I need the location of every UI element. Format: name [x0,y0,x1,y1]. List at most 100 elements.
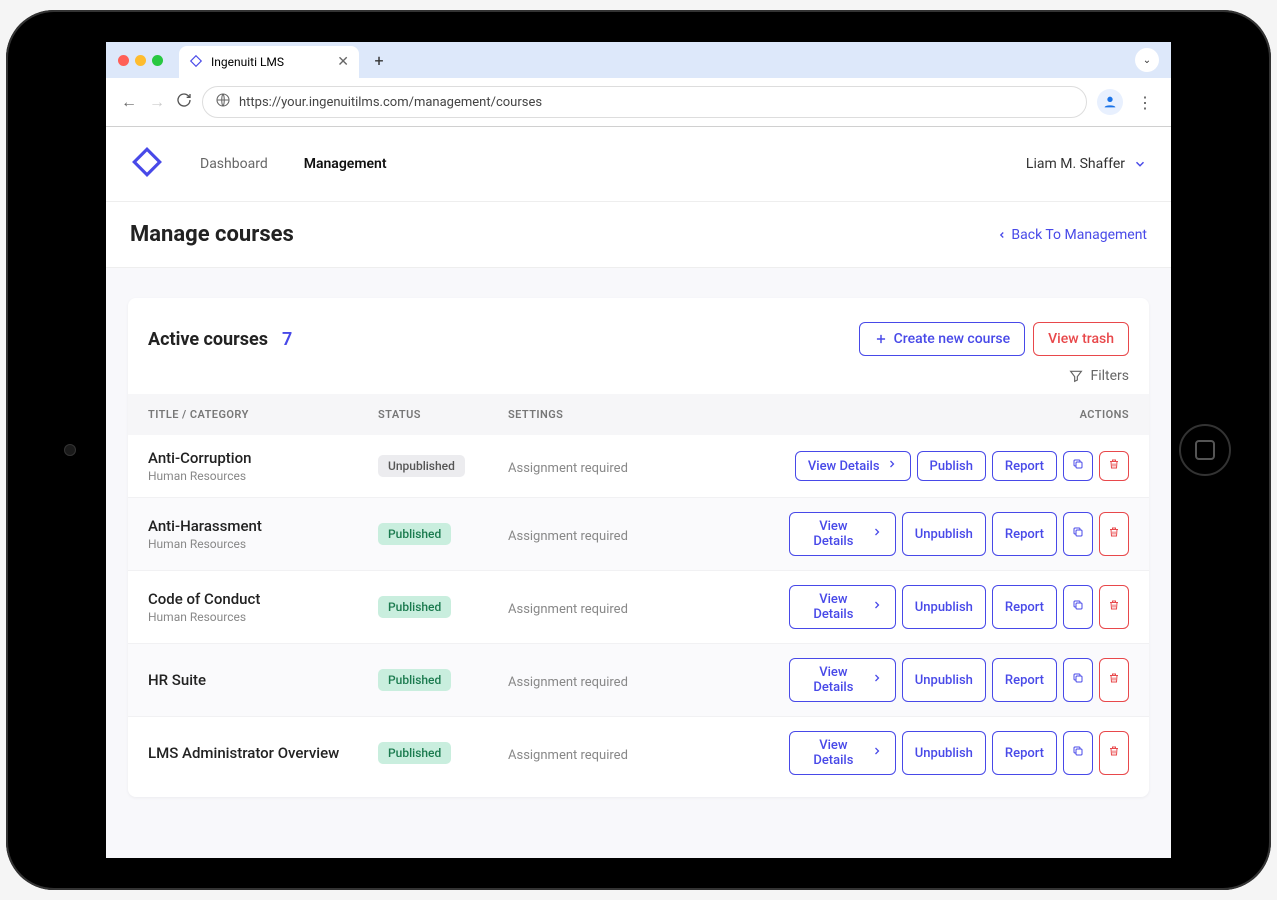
course-title: HR Suite [148,671,378,689]
column-actions: ACTIONS [789,408,1129,421]
copy-button[interactable] [1063,658,1093,702]
delete-button[interactable] [1099,658,1129,702]
course-title: Anti-Harassment [148,517,378,535]
new-tab-button[interactable]: + [367,48,391,72]
view-details-button[interactable]: View Details [789,658,896,702]
copy-icon [1072,526,1084,542]
app-header: Dashboard Management Liam M. Shaffer [106,127,1171,202]
report-button[interactable]: Report [992,731,1057,775]
content-area: Active courses 7 Create new course View … [106,268,1171,858]
table-row: Code of Conduct Human ResourcesPublished A… [128,571,1149,644]
tab-title: Ingenuiti LMS [211,55,284,69]
course-title: Code of Conduct [148,590,378,608]
chevron-left-icon [997,230,1007,240]
delete-button[interactable] [1099,731,1129,775]
back-icon[interactable]: ← [120,92,138,112]
create-course-button[interactable]: Create new course [859,322,1026,356]
back-to-management-link[interactable]: Back To Management [997,227,1147,243]
status-badge: Unpublished [378,455,465,477]
status-badge: Published [378,523,451,545]
maximize-window-icon[interactable] [152,55,163,66]
report-button[interactable]: Report [992,585,1057,629]
filters-button[interactable]: Filters [1068,368,1129,384]
chevron-down-icon [1133,157,1147,171]
reload-icon[interactable] [176,92,192,112]
trash-icon [1108,745,1120,761]
page-title: Manage courses [130,222,294,247]
delete-button[interactable] [1099,451,1129,481]
address-bar[interactable]: https://your.ingenuitilms.com/management… [202,86,1087,118]
nav-dashboard[interactable]: Dashboard [200,156,268,172]
copy-icon [1072,458,1084,474]
settings-text: Assignment required [508,529,628,544]
view-details-button[interactable]: View Details [789,731,896,775]
page-header: Manage courses Back To Management [106,202,1171,268]
table-head: TITLE / CATEGORY STATUS SETTINGS ACTIONS [128,394,1149,435]
delete-button[interactable] [1099,585,1129,629]
url-text: https://your.ingenuitilms.com/management… [239,95,542,110]
window-controls [118,55,163,66]
browser-menu-icon[interactable]: ⋮ [1133,93,1157,112]
course-category: Human Resources [148,469,378,483]
diamond-icon [189,54,203,71]
course-category: Human Resources [148,610,378,624]
unpublish-button[interactable]: Unpublish [902,731,986,775]
copy-button[interactable] [1063,512,1093,556]
copy-button[interactable] [1063,585,1093,629]
table-row: HR SuitePublishedAssignment requiredView… [128,644,1149,717]
trash-icon [1108,458,1120,474]
copy-icon [1072,672,1084,688]
forward-icon[interactable]: → [148,92,166,112]
close-tab-icon[interactable]: ✕ [337,55,349,69]
view-details-button[interactable]: View Details [789,512,896,556]
copy-button[interactable] [1063,731,1093,775]
report-button[interactable]: Report [992,512,1057,556]
unpublish-button[interactable]: Unpublish [902,512,986,556]
delete-button[interactable] [1099,512,1129,556]
report-button[interactable]: Report [992,451,1057,481]
settings-text: Assignment required [508,461,628,476]
course-title: LMS Administrator Overview [148,744,378,762]
unpublish-button[interactable]: Unpublish [902,585,986,629]
chevron-right-icon [871,526,883,542]
table-row: Anti-Harassment Human ResourcesPublished A… [128,498,1149,571]
copy-button[interactable] [1063,451,1093,481]
view-details-button[interactable]: View Details [795,451,911,481]
column-status: STATUS [378,408,508,421]
course-count: 7 [282,329,292,350]
status-badge: Published [378,596,451,618]
plus-icon [874,332,888,346]
minimize-window-icon[interactable] [135,55,146,66]
card-title: Active courses [148,329,268,350]
user-name: Liam M. Shaffer [1026,156,1125,172]
settings-text: Assignment required [508,748,628,763]
browser-profile-icon[interactable] [1097,89,1123,115]
logo-diamond-icon[interactable] [130,145,164,183]
view-details-button[interactable]: View Details [789,585,896,629]
status-badge: Published [378,742,451,764]
view-trash-button[interactable]: View trash [1033,322,1129,356]
user-menu[interactable]: Liam M. Shaffer [1026,156,1147,172]
chevron-right-icon [871,599,883,615]
column-title: TITLE / CATEGORY [148,408,378,421]
tabs-overflow-icon[interactable]: ⌄ [1135,48,1159,72]
report-button[interactable]: Report [992,658,1057,702]
browser-tab[interactable]: Ingenuiti LMS ✕ [179,46,359,78]
settings-text: Assignment required [508,602,628,617]
close-window-icon[interactable] [118,55,129,66]
active-courses-card: Active courses 7 Create new course View … [128,298,1149,797]
unpublish-button[interactable]: Unpublish [902,658,986,702]
chevron-right-icon [886,458,898,474]
trash-icon [1108,672,1120,688]
course-title: Anti-Corruption [148,449,378,467]
screen: Ingenuiti LMS ✕ + ⌄ ← → https://your.ing… [106,42,1171,858]
tablet-home-button[interactable] [1179,424,1231,476]
nav-management[interactable]: Management [304,156,387,172]
globe-icon [215,92,231,112]
copy-icon [1072,599,1084,615]
settings-text: Assignment required [508,675,628,690]
table-row: Anti-Corruption Human ResourcesUnpublishe… [128,435,1149,498]
filter-icon [1068,368,1084,384]
course-category: Human Resources [148,537,378,551]
publish-button[interactable]: Publish [917,451,986,481]
